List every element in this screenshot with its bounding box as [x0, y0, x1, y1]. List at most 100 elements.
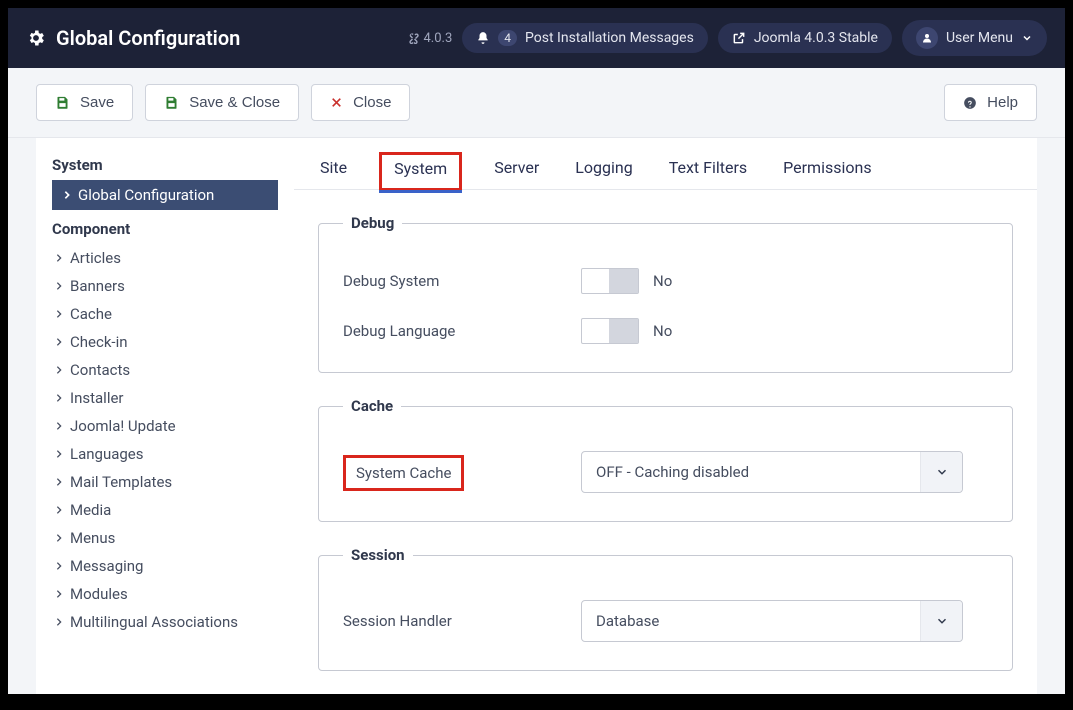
- sidebar-item[interactable]: Modules: [52, 580, 278, 608]
- sidebar-item[interactable]: Joomla! Update: [52, 412, 278, 440]
- tabs: Site System Server Logging Text Filters Permi…: [294, 138, 1037, 190]
- value-debug-language: No: [653, 322, 672, 340]
- sidebar-item-label: Mail Templates: [70, 473, 172, 491]
- sidebar-item-label: Media: [70, 501, 111, 519]
- chevron-down-icon: [1021, 32, 1033, 44]
- legend-cache: Cache: [343, 397, 401, 415]
- row-session-handler: Session Handler Database: [343, 600, 988, 642]
- save-button[interactable]: Save: [36, 84, 133, 121]
- toolbar: Save Save & Close Close Help: [8, 68, 1065, 138]
- chevron-right-icon: [54, 421, 64, 431]
- chevron-down-icon: [920, 452, 962, 492]
- fieldset-session: Session Session Handler Database: [318, 546, 1013, 671]
- sidebar-item[interactable]: Menus: [52, 524, 278, 552]
- notifications-pill[interactable]: 4 Post Installation Messages: [462, 23, 708, 53]
- sidebar-item[interactable]: Banners: [52, 272, 278, 300]
- sidebar-item-label: Articles: [70, 249, 121, 267]
- sidebar-item[interactable]: Multilingual Associations: [52, 608, 278, 636]
- chevron-right-icon: [54, 449, 64, 459]
- chevron-right-icon: [54, 477, 64, 487]
- sidebar-item-label: Check-in: [70, 333, 128, 351]
- chevron-right-icon: [54, 365, 64, 375]
- select-system-cache[interactable]: OFF - Caching disabled: [581, 451, 963, 493]
- select-value-system-cache: OFF - Caching disabled: [596, 463, 749, 481]
- sidebar-active-label: Global Configuration: [78, 186, 214, 204]
- tab-server[interactable]: Server: [490, 152, 543, 189]
- close-button[interactable]: Close: [311, 84, 410, 121]
- sidebar-item-label: Joomla! Update: [70, 417, 176, 435]
- chevron-right-icon: [54, 253, 64, 263]
- sidebar-item-label: Contacts: [70, 361, 130, 379]
- chevron-right-icon: [54, 561, 64, 571]
- legend-session: Session: [343, 546, 413, 564]
- value-debug-system: No: [653, 272, 672, 290]
- sidebar-item-label: Messaging: [70, 557, 143, 575]
- question-icon: [963, 96, 977, 110]
- tab-logging[interactable]: Logging: [571, 152, 636, 189]
- joomla-icon: [408, 32, 420, 44]
- sidebar-item-global-configuration[interactable]: Global Configuration: [52, 180, 278, 210]
- sidebar-item[interactable]: Messaging: [52, 552, 278, 580]
- page-title: Global Configuration: [56, 26, 240, 50]
- user-menu-label: User Menu: [946, 30, 1013, 46]
- notifications-count: 4: [498, 30, 517, 46]
- tab-system[interactable]: System: [379, 152, 462, 191]
- version-label: 4.0.3: [408, 31, 453, 46]
- bell-icon: [476, 31, 490, 45]
- topbar: Global Configuration 4.0.3 4 Post Instal…: [8, 8, 1065, 68]
- sidebar-item-label: Installer: [70, 389, 124, 407]
- sidebar-item[interactable]: Articles: [52, 244, 278, 272]
- gear-icon: [26, 28, 46, 48]
- main: System Global Configuration Component Ar…: [8, 138, 1065, 694]
- label-system-cache: System Cache: [343, 455, 464, 491]
- chevron-right-icon: [54, 533, 64, 543]
- toggle-debug-language[interactable]: [581, 318, 639, 344]
- sidebar-item[interactable]: Mail Templates: [52, 468, 278, 496]
- select-value-session-handler: Database: [596, 612, 659, 630]
- chevron-right-icon: [54, 617, 64, 627]
- help-button[interactable]: Help: [944, 84, 1037, 121]
- toggle-debug-system[interactable]: [581, 268, 639, 294]
- sidebar-item[interactable]: Contacts: [52, 356, 278, 384]
- sidebar-item[interactable]: Media: [52, 496, 278, 524]
- tab-text-filters[interactable]: Text Filters: [665, 152, 751, 189]
- chevron-right-icon: [54, 281, 64, 291]
- save-icon: [164, 95, 179, 110]
- label-debug-language: Debug Language: [343, 322, 581, 340]
- close-icon: [330, 96, 343, 109]
- sidebar-item-label: Multilingual Associations: [70, 613, 238, 631]
- save-icon: [55, 95, 70, 110]
- row-system-cache: System Cache OFF - Caching disabled: [343, 451, 988, 493]
- chevron-right-icon: [54, 505, 64, 515]
- chevron-right-icon: [54, 337, 64, 347]
- sidebar-item-label: Menus: [70, 529, 115, 547]
- sidebar-item[interactable]: Cache: [52, 300, 278, 328]
- sidebar-item[interactable]: Installer: [52, 384, 278, 412]
- settings-panel: Debug Debug System No Debug Language No: [294, 190, 1037, 694]
- user-icon: [916, 27, 938, 49]
- tab-permissions[interactable]: Permissions: [779, 152, 875, 189]
- status-pill[interactable]: Joomla 4.0.3 Stable: [718, 23, 892, 53]
- sidebar-list: Articles Banners Cache Check-in Contacts Inst…: [52, 244, 278, 636]
- sidebar-item[interactable]: Languages: [52, 440, 278, 468]
- label-debug-system: Debug System: [343, 272, 581, 290]
- legend-debug: Debug: [343, 214, 402, 232]
- status-label: Joomla 4.0.3 Stable: [754, 30, 878, 46]
- user-menu-pill[interactable]: User Menu: [902, 20, 1047, 56]
- row-debug-language: Debug Language No: [343, 318, 988, 344]
- fieldset-debug: Debug Debug System No Debug Language No: [318, 214, 1013, 373]
- fieldset-cache: Cache System Cache OFF - Caching disable…: [318, 397, 1013, 522]
- chevron-right-icon: [54, 393, 64, 403]
- sidebar-item[interactable]: Check-in: [52, 328, 278, 356]
- page-title-wrap: Global Configuration: [26, 26, 240, 50]
- sidebar-heading-system: System: [52, 156, 278, 174]
- chevron-right-icon: [54, 309, 64, 319]
- label-session-handler: Session Handler: [343, 612, 581, 630]
- save-close-button[interactable]: Save & Close: [145, 84, 299, 121]
- select-session-handler[interactable]: Database: [581, 600, 963, 642]
- sidebar-heading-component: Component: [52, 220, 278, 238]
- chevron-down-icon: [920, 601, 962, 641]
- sidebar-item-label: Modules: [70, 585, 128, 603]
- sidebar-item-label: Banners: [70, 277, 125, 295]
- tab-site[interactable]: Site: [316, 152, 351, 189]
